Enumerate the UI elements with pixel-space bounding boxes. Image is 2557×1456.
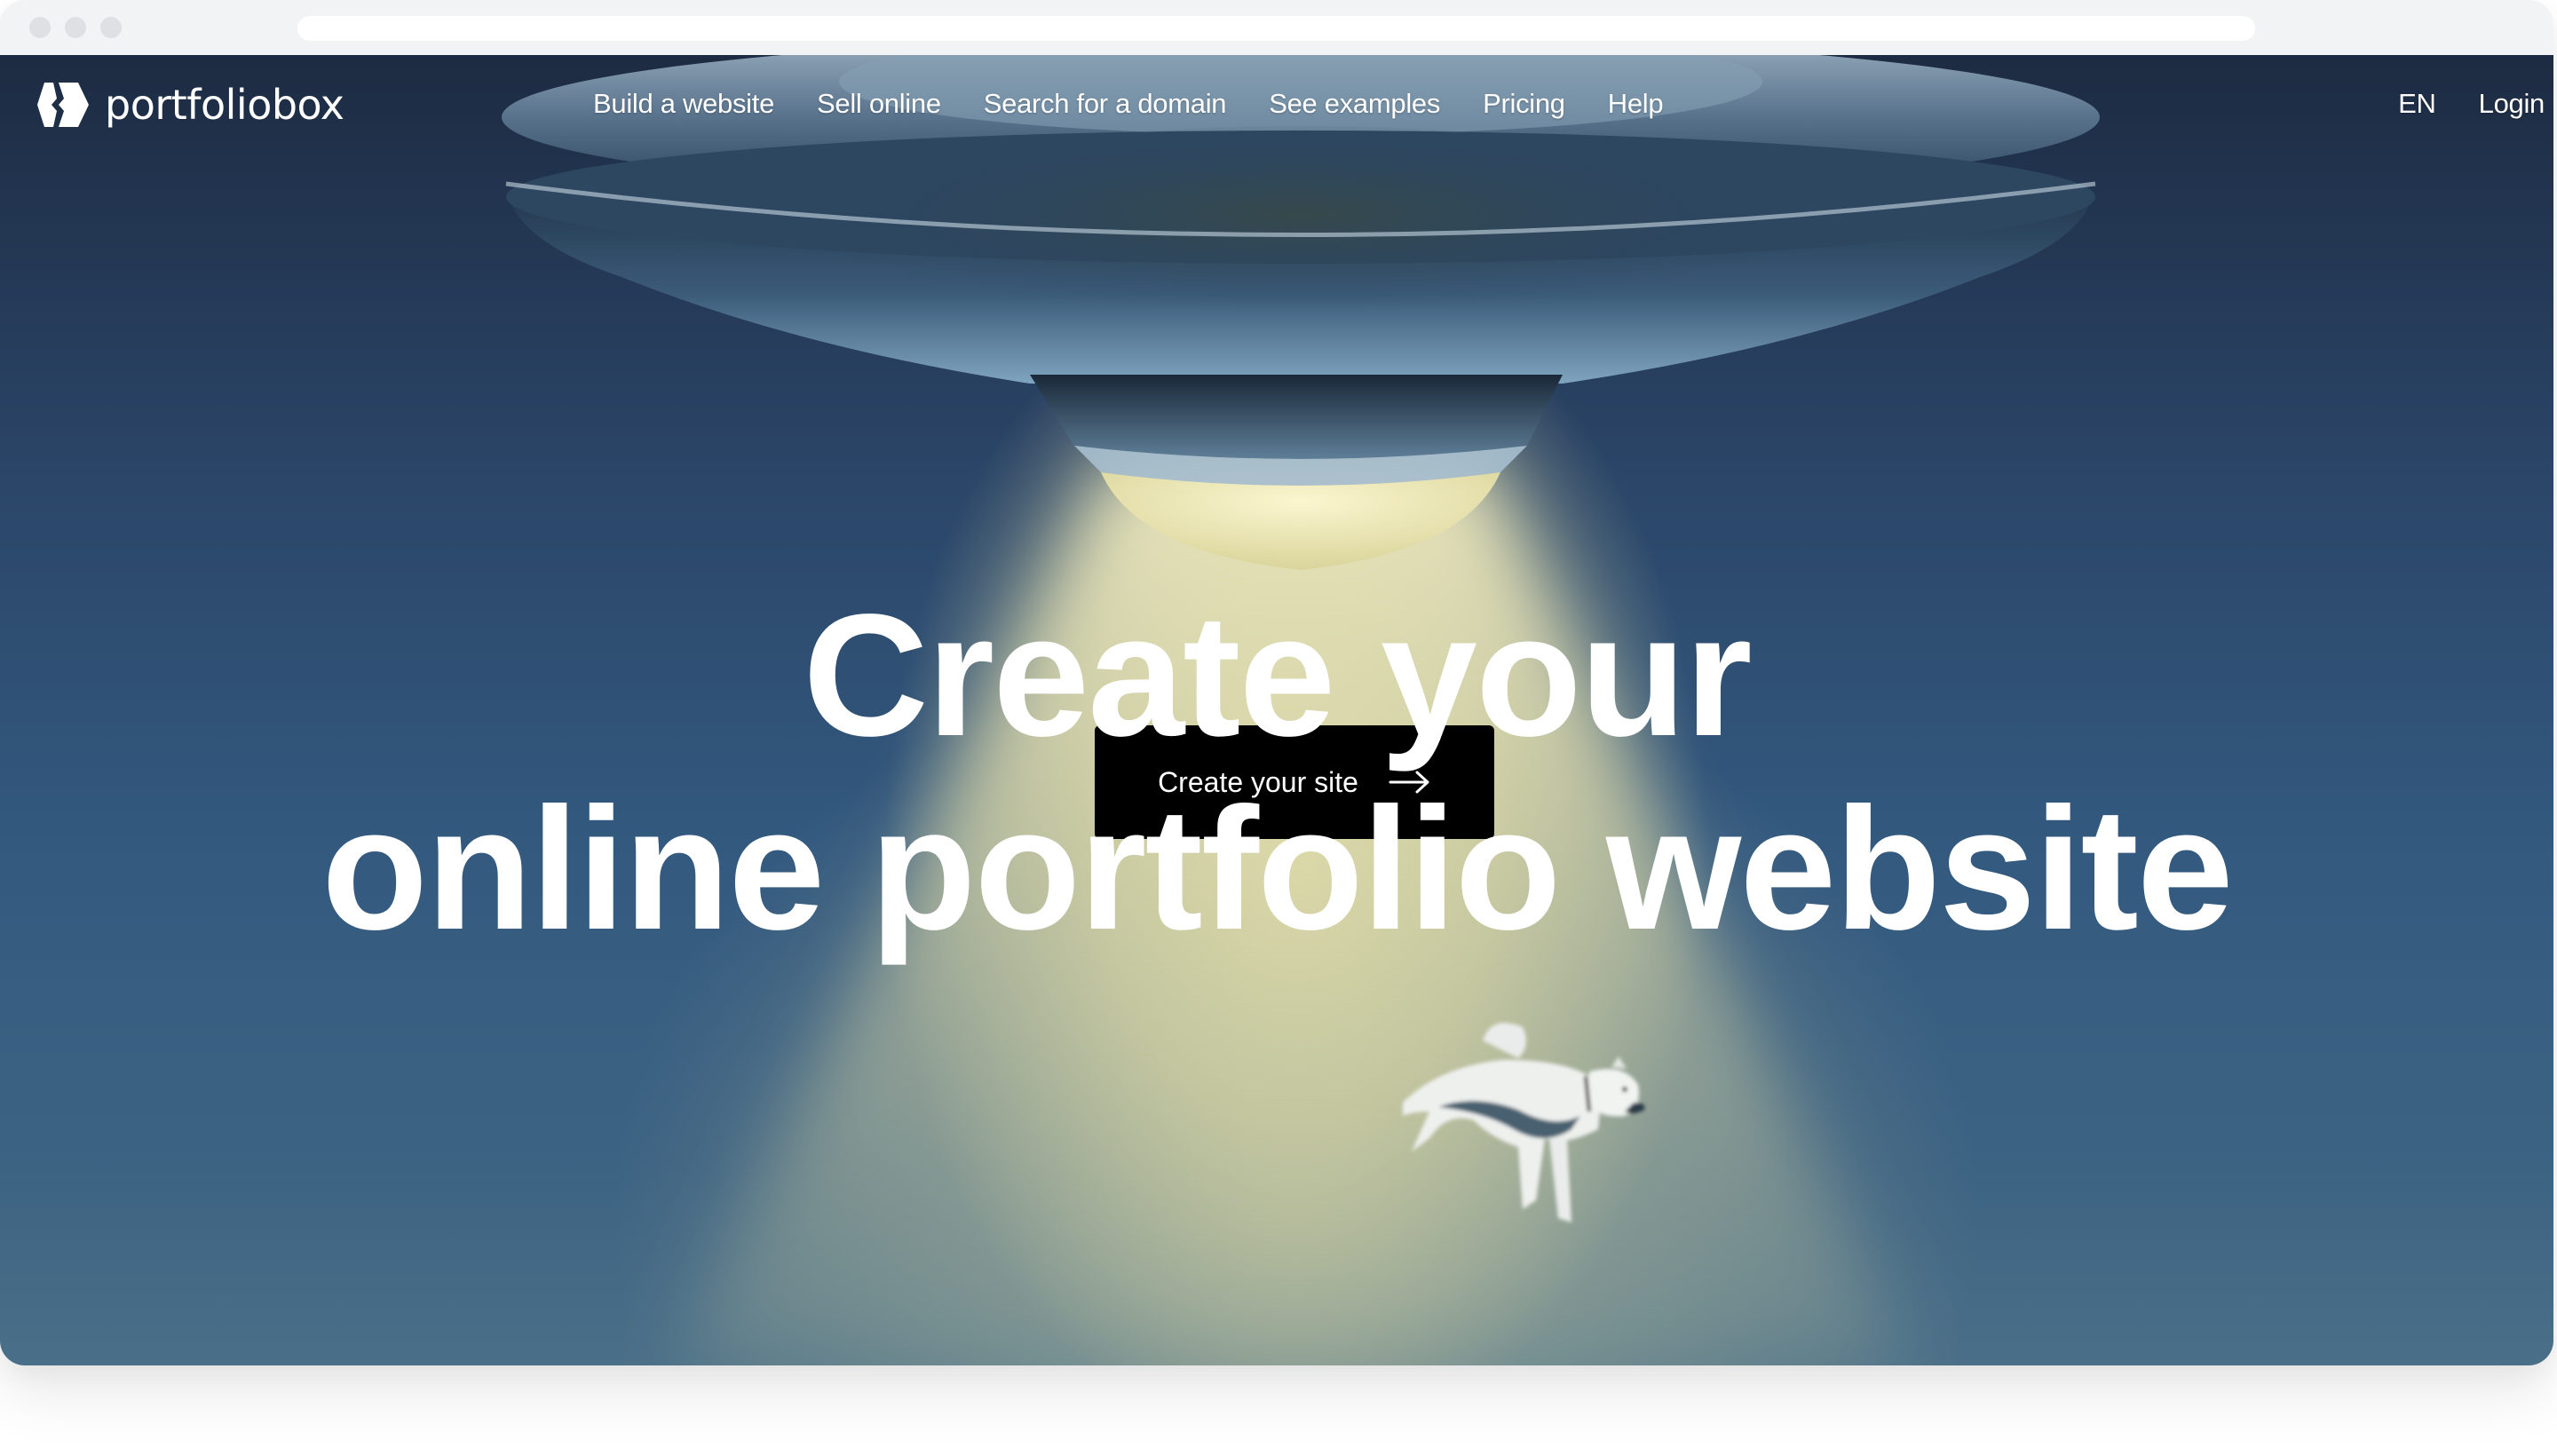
floating-dog-illustration xyxy=(1403,1023,1645,1223)
minimize-window-button[interactable] xyxy=(65,17,86,38)
nav-build-a-website[interactable]: Build a website xyxy=(593,88,774,120)
portfoliobox-logo-icon xyxy=(37,83,89,127)
browser-window: portfoliobox Build a website Sell online… xyxy=(0,0,2553,1365)
account-nav: EN Login xyxy=(2398,82,2545,126)
arrow-right-icon xyxy=(1389,771,1429,794)
nav-pricing[interactable]: Pricing xyxy=(1483,88,1565,120)
hero-section: portfoliobox Build a website Sell online… xyxy=(0,55,2553,1365)
address-bar[interactable] xyxy=(297,16,2255,41)
language-selector[interactable]: EN xyxy=(2398,88,2436,120)
close-window-button[interactable] xyxy=(29,17,51,38)
nav-search-for-a-domain[interactable]: Search for a domain xyxy=(984,88,1227,120)
brand-name: portfoliobox xyxy=(105,81,344,129)
ufo-illustration xyxy=(502,55,2100,570)
maximize-window-button[interactable] xyxy=(100,17,122,38)
nav-sell-online[interactable]: Sell online xyxy=(817,88,941,120)
nav-help[interactable]: Help xyxy=(1608,88,1664,120)
nav-see-examples[interactable]: See examples xyxy=(1269,88,1440,120)
browser-chrome xyxy=(0,0,2553,56)
main-menu: Build a website Sell online Search for a… xyxy=(593,82,1664,126)
cta-label: Create your site xyxy=(1158,765,1358,798)
create-your-site-button[interactable]: Create your site xyxy=(1095,725,1494,839)
portfoliobox-logo-link[interactable]: portfoliobox xyxy=(36,78,344,131)
top-navigation: portfoliobox Build a website Sell online… xyxy=(0,55,2553,153)
login-link[interactable]: Login xyxy=(2479,88,2545,120)
